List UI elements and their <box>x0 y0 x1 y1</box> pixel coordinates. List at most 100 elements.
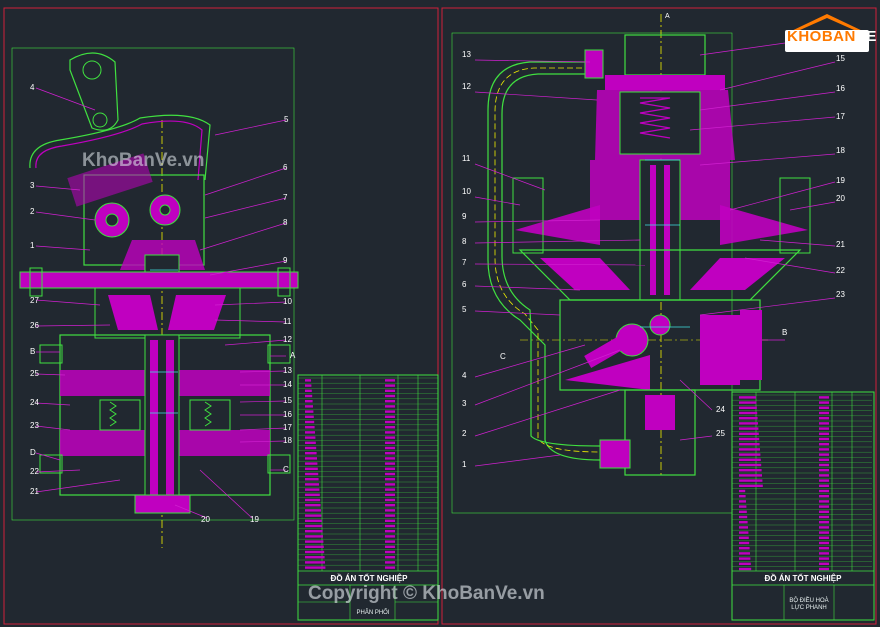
logo-text: KHOBANVE <box>787 28 877 45</box>
table-entry <box>305 467 318 470</box>
right-callout: 17 <box>836 112 845 121</box>
right-callout: 5 <box>462 305 467 314</box>
table-entry <box>385 415 395 418</box>
right-callout: 9 <box>462 212 467 221</box>
left-callout: C <box>283 465 289 474</box>
right-top-label: A <box>665 13 670 20</box>
table-entry <box>739 510 747 513</box>
left-parts-list <box>298 377 438 569</box>
table-entry <box>819 562 829 565</box>
table-entry <box>819 510 829 513</box>
table-entry <box>739 463 762 467</box>
table-entry <box>305 540 324 543</box>
table-entry <box>819 526 829 529</box>
table-entry <box>305 384 312 387</box>
table-entry <box>739 547 750 550</box>
left-callout: 14 <box>283 380 292 389</box>
table-entry <box>385 504 395 507</box>
left-callout: 25 <box>30 369 39 378</box>
right-subtitle-line1: BỘ ĐIỀU HOÀ <box>789 598 829 604</box>
table-entry <box>385 394 395 398</box>
left-callout: 3 <box>30 181 35 190</box>
cad-drawing-canvas <box>3 7 877 625</box>
left-callout: 13 <box>283 366 292 375</box>
table-entry <box>739 417 758 420</box>
table-entry <box>305 566 326 569</box>
table-entry <box>739 427 759 430</box>
watermark-top: KhoBanVe.vn <box>82 150 205 171</box>
table-entry <box>739 541 750 545</box>
table-entry <box>819 458 829 461</box>
left-callout: 6 <box>283 163 288 172</box>
table-entry <box>385 545 395 548</box>
right-callout: 10 <box>462 187 471 196</box>
table-entry <box>305 452 317 455</box>
table-entry <box>385 556 395 559</box>
table-entry <box>739 422 758 425</box>
table-entry <box>819 396 829 399</box>
right-callout: 11 <box>462 154 471 163</box>
table-entry <box>305 431 315 434</box>
right-callout: 1 <box>462 460 467 469</box>
left-callout: 11 <box>283 317 292 326</box>
table-entry <box>305 561 325 564</box>
table-entry <box>819 411 829 415</box>
table-entry <box>819 469 829 472</box>
table-entry <box>305 472 319 476</box>
table-entry <box>739 521 748 524</box>
table-entry <box>819 489 829 493</box>
table-entry <box>739 406 757 409</box>
table-entry <box>385 405 395 408</box>
table-entry <box>819 521 829 524</box>
table-entry <box>739 500 746 503</box>
table-entry <box>385 384 395 387</box>
table-entry <box>305 550 325 554</box>
table-entry <box>819 479 829 482</box>
left-callout: 10 <box>283 297 292 306</box>
table-entry <box>305 426 315 429</box>
left-callout: 24 <box>30 398 39 407</box>
watermark-bottom: Copyright © KhoBanVe.vn <box>308 583 545 604</box>
left-title-block-subtitle: PHÂN PHỐI <box>356 610 390 616</box>
table-entry <box>819 448 829 451</box>
table-entry <box>739 505 747 508</box>
right-callout: 22 <box>836 266 845 275</box>
table-entry <box>305 379 311 382</box>
table-entry <box>739 443 760 446</box>
table-entry <box>819 484 829 487</box>
table-entry <box>385 472 395 476</box>
table-entry <box>305 535 323 538</box>
table-entry <box>305 405 313 408</box>
table-entry <box>385 389 395 392</box>
table-entry <box>305 420 315 424</box>
table-entry <box>385 426 395 429</box>
right-callout: 7 <box>462 258 467 267</box>
table-entry <box>739 562 751 565</box>
table-entry <box>739 557 751 560</box>
left-callout: 18 <box>283 436 292 445</box>
table-entry <box>739 526 748 529</box>
right-title-block-title: ĐỒ ÁN TỐT NGHIỆP <box>764 574 842 583</box>
table-entry <box>305 457 317 460</box>
table-entry <box>819 406 829 409</box>
table-entry <box>819 495 829 498</box>
table-entry <box>385 457 395 460</box>
table-entry <box>385 498 395 502</box>
table-entry <box>739 515 748 519</box>
left-callout: B <box>30 347 36 356</box>
right-callout: 19 <box>836 176 845 185</box>
table-entry <box>819 541 829 545</box>
table-entry <box>739 437 760 441</box>
table-entry <box>385 462 395 465</box>
left-callout: 26 <box>30 321 39 330</box>
left-callout: 8 <box>283 218 288 227</box>
left-assembly <box>19 52 299 548</box>
table-entry <box>819 531 829 534</box>
table-entry <box>385 379 395 382</box>
left-callout: 22 <box>30 467 39 476</box>
left-callout: 19 <box>250 515 259 524</box>
table-entry <box>385 410 395 413</box>
right-subtitle-line2: LỰC PHANH <box>791 605 827 611</box>
table-entry <box>385 530 395 533</box>
table-entry <box>305 493 320 496</box>
